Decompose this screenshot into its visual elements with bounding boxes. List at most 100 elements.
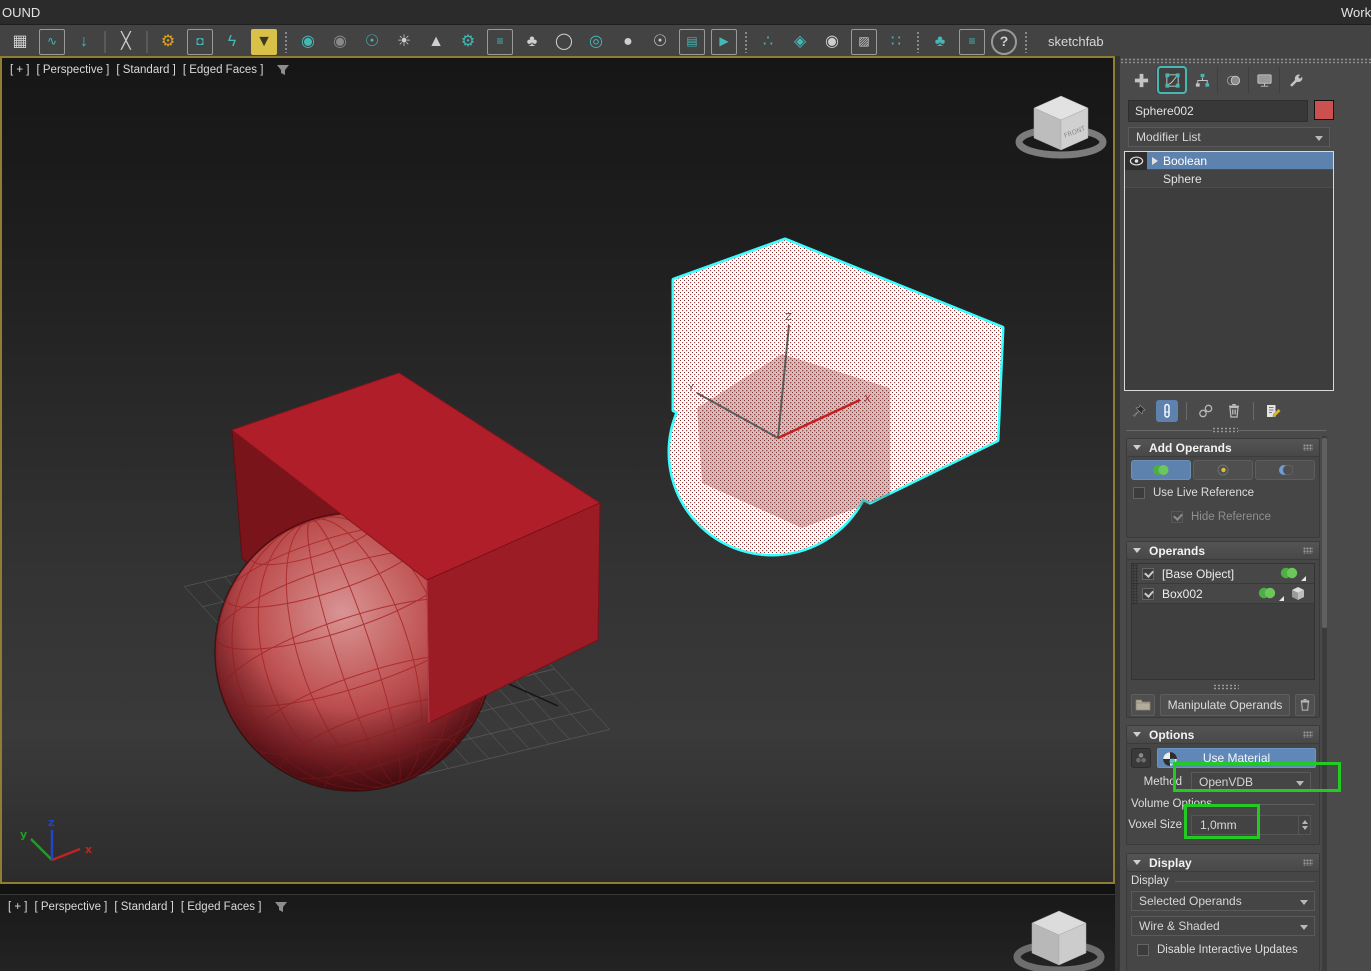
open-boolean-explorer-button[interactable] bbox=[1131, 694, 1155, 716]
expand-arrow-icon[interactable] bbox=[1152, 157, 1158, 165]
union-operation-icon[interactable] bbox=[1258, 587, 1277, 600]
rollout-grip-icon bbox=[1303, 547, 1313, 554]
operation-intersect-button[interactable] bbox=[1193, 460, 1253, 480]
operation-union-button[interactable] bbox=[1131, 460, 1191, 480]
union-operation-icon[interactable] bbox=[1280, 567, 1299, 580]
box-object-icon[interactable] bbox=[1290, 586, 1306, 601]
object-name-field[interactable] bbox=[1128, 100, 1308, 122]
curve-editor-icon[interactable]: ∿ bbox=[39, 29, 65, 55]
light-bulb-icon[interactable]: ☉ bbox=[359, 29, 385, 55]
viewport-layout-icon[interactable]: ▦ bbox=[7, 29, 33, 55]
object-color-swatch[interactable] bbox=[1314, 100, 1334, 120]
help-icon[interactable]: ? bbox=[991, 29, 1017, 55]
operand-row-base-object[interactable]: [Base Object] bbox=[1132, 564, 1314, 584]
track-view-icon[interactable]: ↓ bbox=[71, 29, 97, 55]
divider-grip[interactable] bbox=[1212, 427, 1238, 433]
checklist-icon[interactable]: ≡ bbox=[487, 29, 513, 55]
tab-create[interactable] bbox=[1126, 67, 1157, 93]
pin-stack-icon[interactable] bbox=[1128, 400, 1150, 422]
sun-light-icon[interactable]: ☀ bbox=[391, 29, 417, 55]
make-unique-icon[interactable] bbox=[1195, 400, 1217, 422]
gear-modifier-icon[interactable]: ⚙ bbox=[455, 29, 481, 55]
viewport-perspective-main[interactable]: [ + ] [ Perspective ] [ Standard ] [ Edg… bbox=[0, 56, 1115, 884]
use-live-reference-checkbox[interactable] bbox=[1133, 487, 1145, 499]
manipulate-operands-button[interactable]: Manipulate Operands bbox=[1160, 694, 1290, 716]
sketchfab-menu[interactable]: sketchfab bbox=[1048, 34, 1104, 49]
voxel-preview-object: Z Y X bbox=[670, 240, 1002, 554]
stack-item-boolean[interactable]: Boolean bbox=[1125, 152, 1333, 170]
camera-icon[interactable]: ◉ bbox=[295, 29, 321, 55]
delete-operand-button[interactable] bbox=[1295, 694, 1315, 716]
voxel-size-spinner[interactable] bbox=[1298, 816, 1310, 834]
bulb-gear-icon[interactable]: ☉ bbox=[647, 29, 673, 55]
forest-pack-trees-icon[interactable]: ♣ bbox=[927, 29, 953, 55]
method-dropdown[interactable]: OpenVDB bbox=[1191, 772, 1311, 792]
tab-display[interactable] bbox=[1249, 67, 1280, 93]
stack-item-sphere[interactable]: Sphere bbox=[1125, 170, 1333, 188]
display-mode-dropdown[interactable]: Selected Operands bbox=[1131, 891, 1315, 911]
spinner-down-icon bbox=[1302, 826, 1308, 830]
layered-spheres-icon[interactable]: ◎ bbox=[583, 29, 609, 55]
workspaces-label[interactable]: Work bbox=[1341, 0, 1371, 25]
remove-modifier-icon[interactable] bbox=[1223, 400, 1245, 422]
shading-mode-dropdown[interactable]: Wire & Shaded bbox=[1131, 916, 1315, 936]
panel-scrollbar[interactable] bbox=[1322, 436, 1327, 971]
configure-modifier-sets-icon[interactable] bbox=[1262, 400, 1284, 422]
rollout-header-add-operands[interactable]: Add Operands bbox=[1127, 439, 1319, 457]
render-production-teapot-icon[interactable]: ϟ bbox=[219, 29, 245, 55]
view-cube-bottom[interactable] bbox=[0, 895, 1111, 971]
display-panel-icon[interactable]: ▤ bbox=[679, 29, 705, 55]
cloud-render-icon[interactable]: ▼ bbox=[251, 29, 277, 55]
voxel-size-field[interactable]: 1,0mm bbox=[1191, 815, 1311, 835]
panel-scrollbar-thumb[interactable] bbox=[1322, 438, 1327, 628]
list-resize-grip[interactable] bbox=[1213, 684, 1239, 690]
rollout-header-options[interactable]: Options bbox=[1127, 726, 1319, 744]
working-pivot-icon[interactable]: ◈ bbox=[787, 29, 813, 55]
modifier-visibility-toggle[interactable] bbox=[1125, 152, 1147, 170]
operand-enabled-checkbox[interactable] bbox=[1142, 568, 1154, 580]
chevron-down-icon bbox=[1300, 900, 1308, 905]
render-setup-teapot-icon[interactable]: ⚙ bbox=[155, 29, 181, 55]
drag-handle[interactable] bbox=[1132, 564, 1138, 584]
rollout-collapse-icon bbox=[1133, 548, 1141, 553]
fire-ring-icon[interactable]: ◯ bbox=[551, 29, 577, 55]
script-list-icon[interactable]: ≡ bbox=[959, 29, 985, 55]
use-material-button[interactable]: Use Material bbox=[1157, 748, 1316, 768]
schematic-view-icon[interactable]: ╳ bbox=[113, 29, 139, 55]
transform-arrange-icon[interactable]: ∴ bbox=[755, 29, 781, 55]
intersect-icon bbox=[1215, 464, 1231, 476]
operation-subtract-button[interactable] bbox=[1255, 460, 1315, 480]
rendered-frame-window-icon[interactable]: ◘ bbox=[187, 29, 213, 55]
snap-spheres-icon[interactable]: ◉ bbox=[819, 29, 845, 55]
tree-object-icon[interactable]: ▲ bbox=[423, 29, 449, 55]
tab-modify[interactable] bbox=[1157, 66, 1187, 94]
rollout-header-operands[interactable]: Operands bbox=[1127, 542, 1319, 560]
svg-text:Y: Y bbox=[687, 383, 695, 394]
viewport-splitter[interactable] bbox=[0, 884, 1115, 894]
camera-add-icon[interactable]: ◉ bbox=[327, 29, 353, 55]
tab-hierarchy[interactable] bbox=[1187, 67, 1218, 93]
rollout-header-display[interactable]: Display bbox=[1127, 854, 1319, 872]
drag-handle[interactable] bbox=[1132, 584, 1138, 604]
plant-icon[interactable]: ♣ bbox=[519, 29, 545, 55]
operand-enabled-checkbox[interactable] bbox=[1142, 588, 1154, 600]
flyout-corner-icon bbox=[1279, 596, 1284, 601]
material-ball-icon[interactable] bbox=[1131, 748, 1151, 768]
main-toolbar-items: ▦∿↓╳⚙◘ϟ▼◉◉☉☀▲⚙≡♣◯◎●☉▤▶∴◈◉▨∷♣≡? bbox=[4, 29, 1032, 55]
play-window-icon[interactable]: ▶ bbox=[711, 29, 737, 55]
palette-icon[interactable]: ● bbox=[615, 29, 641, 55]
view-cube[interactable]: FRONT bbox=[1019, 96, 1103, 155]
tab-utilities[interactable] bbox=[1280, 67, 1311, 93]
tab-motion[interactable] bbox=[1218, 67, 1249, 93]
panel-drag-grip[interactable] bbox=[1120, 58, 1371, 64]
align-arrange-icon[interactable]: ∷ bbox=[883, 29, 909, 55]
viewport-perspective-bottom[interactable]: [ + ] [ Perspective ] [ Standard ] [ Edg… bbox=[0, 894, 1115, 971]
rollout-grip-icon bbox=[1303, 859, 1313, 866]
operand-row-box002[interactable]: Box002 bbox=[1132, 584, 1314, 604]
hide-reference-checkbox[interactable] bbox=[1171, 511, 1183, 523]
modifier-list-dropdown[interactable]: Modifier List bbox=[1128, 127, 1330, 147]
command-panel: Modifier List Boolean Sphere bbox=[1120, 58, 1371, 971]
render-paint-icon[interactable]: ▨ bbox=[851, 29, 877, 55]
disable-interactive-updates-checkbox[interactable] bbox=[1137, 944, 1149, 956]
show-end-result-icon[interactable] bbox=[1156, 400, 1178, 422]
